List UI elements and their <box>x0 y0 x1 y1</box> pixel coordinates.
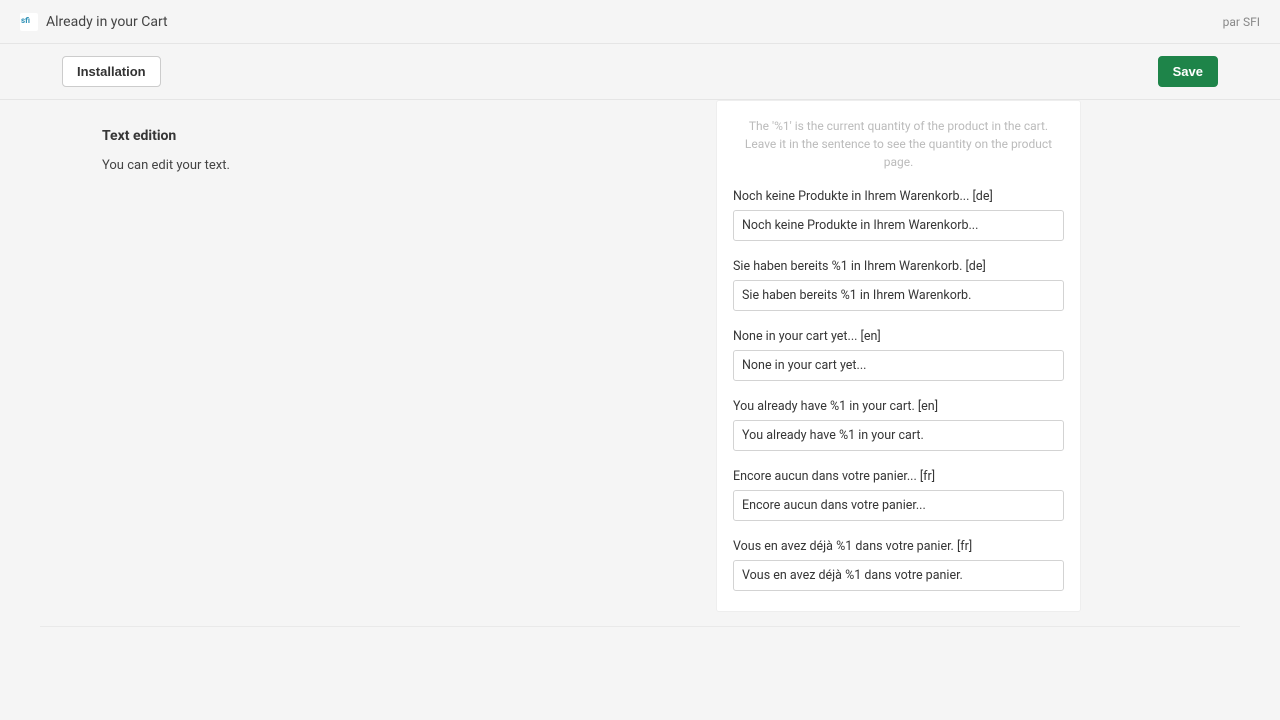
toolbar: Installation Save <box>0 44 1280 100</box>
installation-button[interactable]: Installation <box>62 56 161 87</box>
topbar: Already in your Cart par SFI <box>0 0 1280 44</box>
content: Text edition You can edit your text. The… <box>40 100 1240 627</box>
helper-text: The '%1' is the current quantity of the … <box>733 117 1064 171</box>
field-label: You already have %1 in your cart. [en] <box>733 399 1064 414</box>
field-de-have: Sie haben bereits %1 in Ihrem Warenkorb.… <box>733 259 1064 311</box>
section-title: Text edition <box>102 128 402 144</box>
field-label: None in your cart yet... [en] <box>733 329 1064 344</box>
field-label: Sie haben bereits %1 in Ihrem Warenkorb.… <box>733 259 1064 274</box>
field-en-none: None in your cart yet... [en] <box>733 329 1064 381</box>
app-logo-icon <box>20 13 38 31</box>
field-input-de-none[interactable] <box>733 210 1064 241</box>
section-desc: You can edit your text. <box>102 158 402 173</box>
field-label: Encore aucun dans votre panier... [fr] <box>733 469 1064 484</box>
field-fr-have: Vous en avez déjà %1 dans votre panier. … <box>733 539 1064 591</box>
field-input-fr-have[interactable] <box>733 560 1064 591</box>
field-input-en-none[interactable] <box>733 350 1064 381</box>
save-button[interactable]: Save <box>1158 56 1218 87</box>
sidebar: Text edition You can edit your text. <box>102 100 402 173</box>
field-de-none: Noch keine Produkte in Ihrem Warenkorb..… <box>733 189 1064 241</box>
text-edition-panel: The '%1' is the current quantity of the … <box>716 100 1081 612</box>
field-fr-none: Encore aucun dans votre panier... [fr] <box>733 469 1064 521</box>
field-input-de-have[interactable] <box>733 280 1064 311</box>
author-label: par SFI <box>1223 15 1260 29</box>
field-en-have: You already have %1 in your cart. [en] <box>733 399 1064 451</box>
app-title: Already in your Cart <box>46 14 168 30</box>
field-label: Noch keine Produkte in Ihrem Warenkorb..… <box>733 189 1064 204</box>
field-input-en-have[interactable] <box>733 420 1064 451</box>
field-input-fr-none[interactable] <box>733 490 1064 521</box>
field-label: Vous en avez déjà %1 dans votre panier. … <box>733 539 1064 554</box>
topbar-left: Already in your Cart <box>20 13 168 31</box>
layout: Text edition You can edit your text. The… <box>102 100 1178 612</box>
